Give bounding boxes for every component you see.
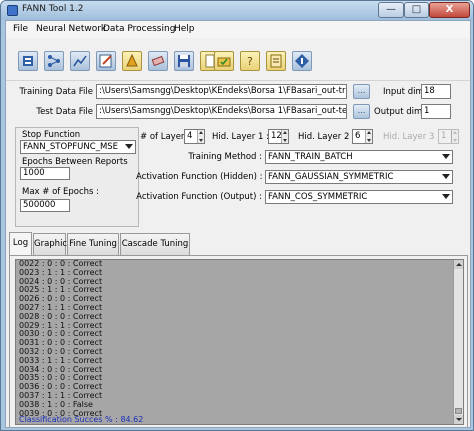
activation-output-select[interactable]: FANN_COS_SYMMETRIC xyxy=(265,190,453,204)
about-icon[interactable] xyxy=(292,51,312,71)
training-file-label: Training Data File xyxy=(19,87,93,97)
menu-bar: File Neural Network Data Processing Help xyxy=(6,21,470,38)
tab-graphic[interactable]: Graphic xyxy=(33,233,67,255)
browse-test-button[interactable]: ... xyxy=(353,104,370,119)
log-lines: 0022 : 0 : 0 : Correct 0023 : 1 : 1 : Cor… xyxy=(19,260,102,418)
hidden-layer-2-spinner[interactable]: 6 xyxy=(352,129,373,144)
hidden-layer-1-spinner[interactable]: 12 xyxy=(268,129,289,144)
training-method-value: FANN_TRAIN_BATCH xyxy=(268,152,353,162)
chevron-down-icon xyxy=(442,174,450,179)
input-dim-field[interactable]: 18 xyxy=(421,84,451,99)
tab-cascade-tuning[interactable]: Cascade Tuning xyxy=(120,233,190,255)
hidden-layer-3-value: 1 xyxy=(441,131,447,141)
window-title: FANN Tool 1.2 xyxy=(22,4,84,14)
epochs-between-input[interactable]: 1000 xyxy=(20,167,70,180)
menu-help[interactable]: Help xyxy=(174,24,195,34)
stop-function-select[interactable]: FANN_STOPFUNC_MSE xyxy=(20,140,136,154)
output-dim-label: Output dim.: xyxy=(374,107,428,117)
menu-file[interactable]: File xyxy=(13,24,28,34)
activation-hidden-label: Activation Function (Hidden) : xyxy=(136,172,263,182)
tab-log[interactable]: Log xyxy=(9,232,32,256)
maximize-button[interactable]: □ xyxy=(404,2,429,18)
hidden-layer-2-value: 6 xyxy=(355,131,361,141)
app-window: FANN Tool 1.2 — □ X File Neural Network … xyxy=(0,0,474,431)
stop-criteria-panel: Stop Function FANN_STOPFUNC_MSE Epochs B… xyxy=(15,127,139,227)
browse-training-button[interactable]: ... xyxy=(353,84,370,99)
num-layers-label: # of Layers xyxy=(140,132,189,142)
test-file-input[interactable]: :\Users\Samsngg\Desktop\KEndeks\Borsa 1\… xyxy=(96,104,347,119)
tab-fine-tuning[interactable]: Fine Tuning xyxy=(67,233,119,255)
menu-neural-network[interactable]: Neural Network xyxy=(36,24,106,34)
output-dim-field[interactable]: 1 xyxy=(421,104,451,119)
activation-output-value: FANN_COS_SYMMETRIC xyxy=(268,192,368,202)
toolbar: ? xyxy=(6,39,470,81)
svg-text:?: ? xyxy=(247,55,253,68)
hidden-layer-2-label: Hid. Layer 2 : xyxy=(298,132,355,142)
client-area: File Neural Network Data Processing Help xyxy=(5,20,471,428)
edit-icon[interactable] xyxy=(96,51,116,71)
eraser-icon[interactable] xyxy=(148,51,168,71)
scroll-down-icon[interactable] xyxy=(454,415,463,424)
graph-icon[interactable] xyxy=(70,51,90,71)
stop-function-value: FANN_STOPFUNC_MSE xyxy=(23,142,119,152)
title-bar[interactable]: FANN Tool 1.2 — □ X xyxy=(1,1,473,20)
chevron-down-icon xyxy=(442,154,450,159)
spinner-arrows-icon[interactable] xyxy=(365,130,372,143)
activation-hidden-value: FANN_GAUSSIAN_SYMMETRIC xyxy=(268,172,394,182)
stop-function-label: Stop Function xyxy=(22,130,81,140)
num-layers-value: 4 xyxy=(187,131,193,141)
help-icon[interactable]: ? xyxy=(240,51,260,71)
classification-status: Classification Succes % : 84.62 xyxy=(19,415,144,424)
notes-icon[interactable] xyxy=(266,51,286,71)
training-method-label: Training Method : xyxy=(188,152,262,162)
spinner-arrows-icon[interactable] xyxy=(281,130,288,143)
activation-hidden-select[interactable]: FANN_GAUSSIAN_SYMMETRIC xyxy=(265,170,453,184)
menu-data-processing[interactable]: Data Processing xyxy=(103,24,175,34)
hidden-layer-1-label: Hid. Layer 1 : xyxy=(212,132,269,142)
training-method-select[interactable]: FANN_TRAIN_BATCH xyxy=(265,150,453,164)
num-layers-spinner[interactable]: 4 xyxy=(184,129,205,144)
load-data-icon[interactable] xyxy=(18,51,38,71)
app-logo-icon xyxy=(7,5,18,16)
hidden-layer-3-spinner: 1 xyxy=(438,129,459,144)
log-scrollbar[interactable] xyxy=(453,260,463,424)
log-textarea[interactable]: 0022 : 0 : 0 : Correct 0023 : 1 : 1 : Cor… xyxy=(15,259,464,425)
network-icon[interactable] xyxy=(44,51,64,71)
epochs-between-label: Epochs Between Reports xyxy=(22,157,128,167)
close-button[interactable]: X xyxy=(429,2,470,18)
folder-check-icon[interactable] xyxy=(214,51,234,71)
scroll-thumb[interactable] xyxy=(455,408,462,414)
test-file-label: Test Data File xyxy=(36,107,93,117)
minimize-button[interactable]: — xyxy=(378,2,404,18)
scroll-up-icon[interactable] xyxy=(454,260,463,269)
chevron-down-icon xyxy=(442,194,450,199)
save-icon[interactable] xyxy=(174,51,194,71)
max-epochs-input[interactable]: 500000 xyxy=(20,199,70,212)
train-icon[interactable] xyxy=(122,51,142,71)
spinner-arrows-icon xyxy=(451,130,458,143)
log-panel: 0022 : 0 : 0 : Correct 0023 : 1 : 1 : Cor… xyxy=(9,255,468,427)
hidden-layer-3-label: Hid. Layer 3 : xyxy=(383,132,440,142)
activation-output-label: Activation Function (Output) : xyxy=(136,192,262,202)
training-file-input[interactable]: :\Users\Samsngg\Desktop\KEndeks\Borsa 1\… xyxy=(96,84,347,99)
spinner-arrows-icon[interactable] xyxy=(197,130,204,143)
max-epochs-label: Max # of Epochs : xyxy=(22,187,100,197)
chevron-down-icon xyxy=(125,144,133,149)
